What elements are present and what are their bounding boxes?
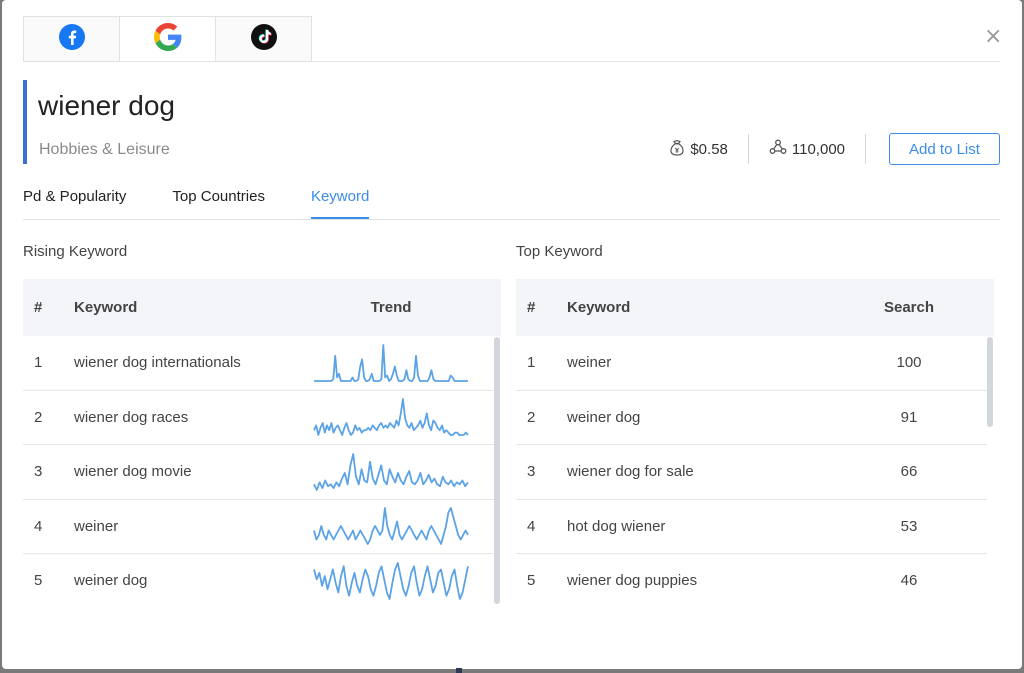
column-header-rank: # <box>527 299 536 316</box>
table-row[interactable]: 4 weiner <box>23 500 494 554</box>
row-rank: 4 <box>527 517 536 535</box>
row-rank: 2 <box>34 408 43 426</box>
trend-line <box>313 452 469 491</box>
volume-stat: 110,000 <box>749 139 865 159</box>
network-icon <box>769 139 792 159</box>
row-keyword: wiener dog internationals <box>74 354 241 372</box>
row-keyword: weiner <box>567 354 612 372</box>
trend-sparkline-svg <box>313 507 469 546</box>
trend-sparkline <box>306 343 476 383</box>
rising-keyword-title: Rising Keyword <box>23 243 128 260</box>
trend-sparkline-svg <box>314 343 468 382</box>
volume-value: 110,000 <box>791 140 845 158</box>
add-to-list-button[interactable]: Add to List <box>889 133 1000 165</box>
google-icon <box>153 23 182 56</box>
row-search-value: 53 <box>900 517 918 535</box>
trend-sparkline-svg <box>313 561 469 600</box>
row-keyword: weiner dog <box>74 572 148 590</box>
facebook-icon <box>58 23 86 56</box>
rising-keyword-table: # Keyword Trend 1 wiener dog internationa… <box>23 279 501 607</box>
stats-bar: $0.58 110,000 Add to List <box>649 133 1000 165</box>
row-search-value: 46 <box>900 572 918 590</box>
row-rank: 3 <box>34 463 43 481</box>
row-rank: 2 <box>527 408 536 426</box>
row-keyword: weiner dog <box>567 408 641 426</box>
category-label: Hobbies & Leisure <box>39 141 170 158</box>
row-search-value: 66 <box>900 463 918 481</box>
tiktok-icon <box>250 23 278 56</box>
row-keyword: wiener dog puppies <box>567 572 698 590</box>
section-tabs: Pd & Popularity Top Countries Keyword <box>23 188 415 219</box>
row-rank: 5 <box>34 572 43 590</box>
row-keyword: wiener dog for sale <box>567 463 694 481</box>
row-search-value: 91 <box>900 408 918 426</box>
title-accent-bar <box>23 80 27 164</box>
row-keyword: wiener dog movie <box>74 463 192 481</box>
row-rank: 1 <box>34 354 43 372</box>
top-table-scrollbar[interactable] <box>987 337 993 427</box>
row-keyword: wiener dog races <box>74 408 189 426</box>
background-fragment <box>456 668 462 673</box>
tab-pd-popularity[interactable]: Pd & Popularity <box>23 188 126 219</box>
trend-sparkline-svg <box>313 398 469 437</box>
row-keyword: weiner <box>74 517 119 535</box>
tab-facebook[interactable] <box>23 16 120 62</box>
stats-divider <box>865 134 866 164</box>
table-row[interactable]: 2 weiner dog 91 <box>516 391 987 445</box>
tabs-divider <box>23 61 1000 62</box>
row-search-value: 100 <box>896 354 922 372</box>
table-row[interactable]: 1 weiner 100 <box>516 336 987 391</box>
tab-tiktok[interactable] <box>215 16 312 62</box>
close-icon[interactable]: × <box>984 26 1002 48</box>
row-rank: 5 <box>527 572 536 590</box>
table-row[interactable]: 3 wiener dog for sale 66 <box>516 445 987 500</box>
table-row[interactable]: 3 wiener dog movie <box>23 445 494 500</box>
row-rank: 3 <box>527 463 536 481</box>
table-row[interactable]: 5 weiner dog <box>23 554 494 607</box>
column-header-keyword: Keyword <box>567 299 631 316</box>
trend-sparkline <box>306 561 476 601</box>
money-bag-icon <box>669 139 690 160</box>
trend-sparkline <box>306 506 476 546</box>
row-keyword: hot dog wiener <box>567 517 666 535</box>
column-header-rank: # <box>34 299 43 316</box>
keyword-detail-modal: × wiener dog Hobbies & Leisure $0.58 110… <box>2 0 1022 669</box>
section-tabs-divider <box>23 219 1000 220</box>
row-rank: 4 <box>34 517 43 535</box>
table-header: # Keyword Trend <box>23 279 501 336</box>
tab-top-countries[interactable]: Top Countries <box>172 188 265 219</box>
top-keyword-table: # Keyword Search 1 weiner 100 2 weiner dog 91… <box>516 279 994 607</box>
rising-table-scrollbar[interactable] <box>494 337 500 604</box>
column-header-keyword: Keyword <box>74 299 138 316</box>
table-row[interactable]: 5 wiener dog puppies 46 <box>516 554 987 607</box>
table-row[interactable]: 1 wiener dog internationals <box>23 336 494 391</box>
trend-sparkline <box>306 452 476 492</box>
column-header-search: Search <box>883 299 935 316</box>
platform-tabs <box>23 16 312 62</box>
page-title: wiener dog <box>38 90 175 121</box>
tab-google[interactable] <box>119 16 216 62</box>
table-header: # Keyword Search <box>516 279 994 336</box>
tab-keyword[interactable]: Keyword <box>310 188 370 219</box>
trend-line <box>313 561 469 600</box>
column-header-trend: Trend <box>370 299 412 316</box>
table-row[interactable]: 2 wiener dog races <box>23 391 494 445</box>
trend-sparkline <box>306 397 476 437</box>
trend-line <box>313 507 469 546</box>
trend-sparkline-svg <box>313 452 469 491</box>
cpc-stat: $0.58 <box>649 139 748 160</box>
trend-line <box>313 398 469 437</box>
top-keyword-title: Top Keyword <box>516 243 603 260</box>
trend-line <box>314 343 468 382</box>
cpc-value: $0.58 <box>690 140 728 158</box>
table-row[interactable]: 4 hot dog wiener 53 <box>516 500 987 554</box>
row-rank: 1 <box>527 354 536 372</box>
